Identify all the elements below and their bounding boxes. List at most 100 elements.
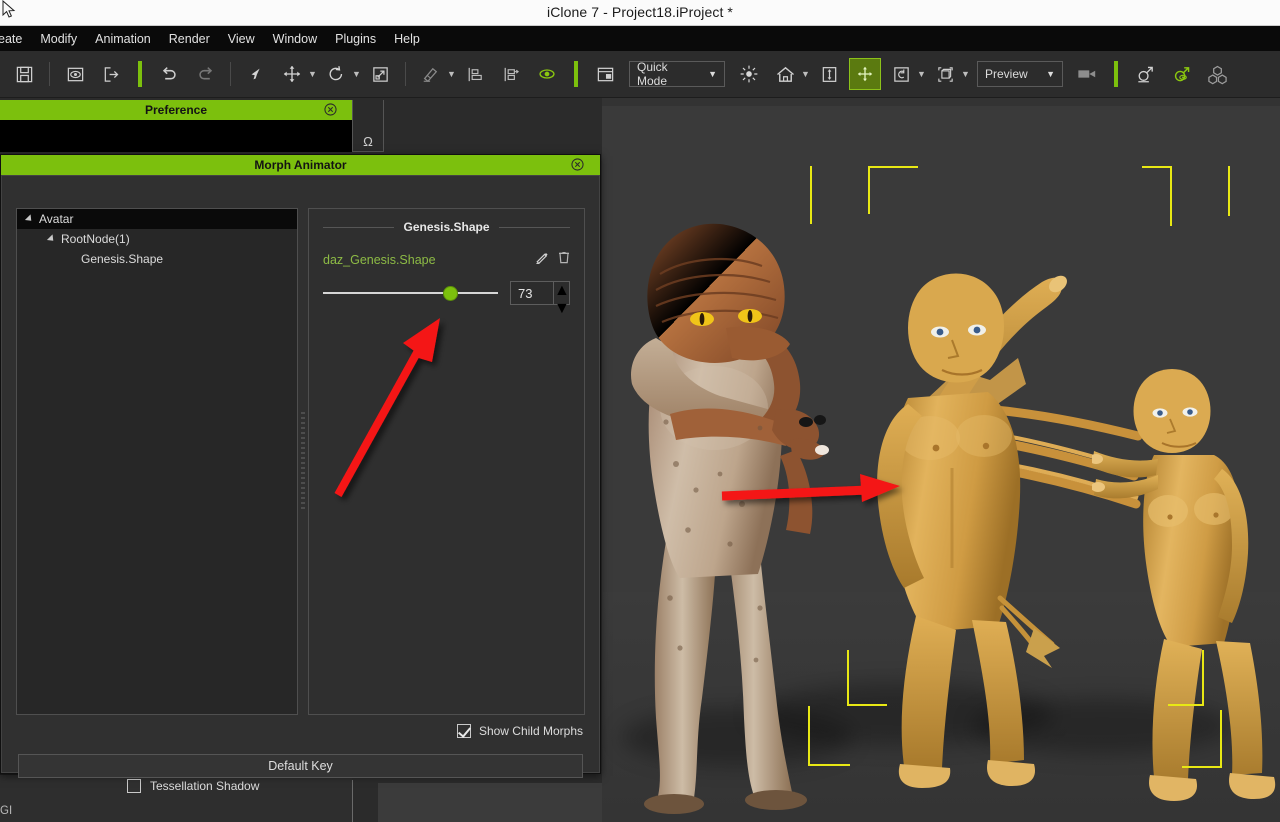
menu-item-create[interactable]: eate — [0, 29, 31, 49]
close-circle-icon[interactable] — [324, 103, 337, 121]
tree-item-genesis-shape[interactable]: Genesis.Shape — [17, 249, 297, 269]
props-button[interactable] — [1202, 59, 1232, 89]
expander-icon[interactable] — [24, 214, 35, 224]
save-button[interactable] — [9, 59, 39, 89]
selection-bracket-mid-right — [1150, 650, 1210, 710]
toolbar-separator — [49, 62, 50, 86]
morph-tree-panel[interactable]: Avatar RootNode(1) Genesis.Shape — [16, 208, 298, 715]
layout-button[interactable] — [590, 59, 620, 89]
transfer-button[interactable] — [496, 59, 526, 89]
menu-item-window[interactable]: Window — [264, 29, 326, 49]
morph-animator-body: Avatar RootNode(1) Genesis.Shape Genesis… — [1, 175, 600, 778]
expander-icon[interactable] — [46, 234, 57, 244]
ground-icon — [820, 65, 839, 84]
undo-button[interactable] — [154, 59, 184, 89]
slider-rail — [323, 292, 498, 294]
lower-right-panel — [378, 783, 602, 822]
move-grid-button[interactable] — [849, 58, 881, 90]
pencil-icon[interactable] — [535, 250, 549, 269]
toolbar-green-separator — [138, 61, 142, 87]
morph-value-input[interactable]: 73 — [511, 282, 553, 304]
show-child-morphs-label: Show Child Morphs — [478, 724, 583, 738]
preview-render-button[interactable] — [60, 59, 90, 89]
edit-motion-icon — [421, 64, 441, 84]
chevron-down-icon[interactable]: ▼ — [801, 69, 810, 79]
visibility-button[interactable] — [532, 59, 562, 89]
panel-splitter[interactable] — [298, 208, 308, 715]
toolbar-green-separator — [574, 61, 578, 87]
align-bottom-icon — [466, 65, 485, 84]
morph-animator-title: Morph Animator — [254, 158, 347, 172]
spinner-up-button[interactable]: ▲ — [554, 282, 570, 300]
export-button[interactable] — [96, 59, 126, 89]
quick-mode-label: Quick Mode — [637, 60, 668, 88]
tree-item-avatar[interactable]: Avatar — [17, 209, 297, 229]
tree-item-label: Avatar — [39, 212, 74, 226]
move-tool-button[interactable] — [277, 59, 307, 89]
morph-animator-title-bar[interactable]: Morph Animator — [1, 155, 600, 175]
physics-button[interactable] — [886, 59, 916, 89]
tessellation-shadow-checkbox[interactable] — [127, 779, 141, 793]
viewport-top-band — [602, 98, 1280, 106]
tree-item-label: Genesis.Shape — [81, 252, 164, 266]
selection-bracket-top-right — [1142, 166, 1230, 226]
viewport-3d[interactable] — [602, 98, 1280, 822]
morph-animator-window: Morph Animator Avatar RootNode(1) Genesi… — [0, 154, 601, 778]
preference-body — [0, 120, 352, 152]
ground-button[interactable] — [814, 59, 844, 89]
quick-mode-dropdown[interactable]: Quick Mode ▼ — [629, 60, 725, 88]
tessellation-shadow-label: Tessellation Shadow — [150, 779, 260, 793]
menu-item-view[interactable]: View — [219, 29, 264, 49]
scale-tool-button[interactable] — [365, 59, 395, 89]
redo-button[interactable] — [190, 59, 220, 89]
bounding-box-button[interactable] — [930, 59, 960, 89]
preference-title-bar[interactable]: Preference — [0, 100, 352, 120]
chevron-down-icon[interactable]: ▼ — [917, 69, 926, 79]
preview-dropdown[interactable]: Preview ▼ — [977, 61, 1063, 87]
gi-label: GI — [0, 805, 13, 817]
menu-item-plugins[interactable]: Plugins — [326, 29, 385, 49]
splitter-grip — [301, 411, 305, 512]
menu-item-animation[interactable]: Animation — [86, 29, 160, 49]
chevron-down-icon[interactable]: ▼ — [961, 69, 970, 79]
morph-group-header: Genesis.Shape — [323, 220, 571, 234]
default-key-button[interactable]: Default Key — [18, 754, 583, 778]
selection-bracket-top-left — [810, 166, 918, 226]
omega-icon[interactable]: Ω — [353, 134, 383, 149]
camera-icon — [1077, 67, 1097, 81]
morph-value-spinner[interactable]: 73 ▲ ▼ — [510, 281, 570, 317]
chevron-down-icon[interactable]: ▼ — [308, 69, 317, 79]
slider-knob[interactable] — [444, 287, 458, 300]
tree-item-label: RootNode(1) — [61, 232, 130, 246]
close-circle-icon[interactable] — [571, 158, 584, 176]
chevron-down-icon: ▼ — [708, 69, 717, 79]
select-tool-button[interactable] — [241, 59, 271, 89]
menu-item-render[interactable]: Render — [160, 29, 219, 49]
morph-button[interactable] — [1166, 59, 1196, 89]
character-button[interactable] — [1130, 59, 1160, 89]
home-button[interactable] — [770, 59, 800, 89]
rotate-tool-button[interactable] — [321, 59, 351, 89]
spinner-down-button[interactable]: ▼ — [554, 300, 570, 318]
align-button[interactable] — [460, 59, 490, 89]
tessellation-shadow-row[interactable]: Tessellation Shadow — [127, 779, 259, 793]
morph-name-label[interactable]: daz_Genesis.Shape — [323, 253, 436, 267]
trash-icon[interactable] — [558, 250, 570, 269]
morph-slider[interactable] — [323, 286, 498, 300]
tree-item-rootnode[interactable]: RootNode(1) — [17, 229, 297, 249]
chevron-down-icon: ▼ — [1046, 69, 1055, 79]
undo-icon — [159, 64, 180, 85]
camera-button[interactable] — [1072, 59, 1102, 89]
redo-icon — [195, 64, 216, 85]
chevron-down-icon[interactable]: ▼ — [447, 69, 456, 79]
export-icon — [102, 65, 121, 84]
show-child-morphs-row[interactable]: Show Child Morphs — [456, 724, 583, 738]
menu-item-modify[interactable]: Modify — [31, 29, 86, 49]
avatar-gender-icon — [1135, 64, 1156, 85]
edit-motion-button[interactable] — [416, 59, 446, 89]
light-button[interactable] — [734, 59, 764, 89]
chevron-down-icon[interactable]: ▼ — [352, 69, 361, 79]
show-child-morphs-checkbox[interactable] — [456, 724, 471, 738]
application-window: iClone 7 - Project18.iProject * eate Mod… — [0, 0, 1280, 822]
menu-item-help[interactable]: Help — [385, 29, 429, 49]
